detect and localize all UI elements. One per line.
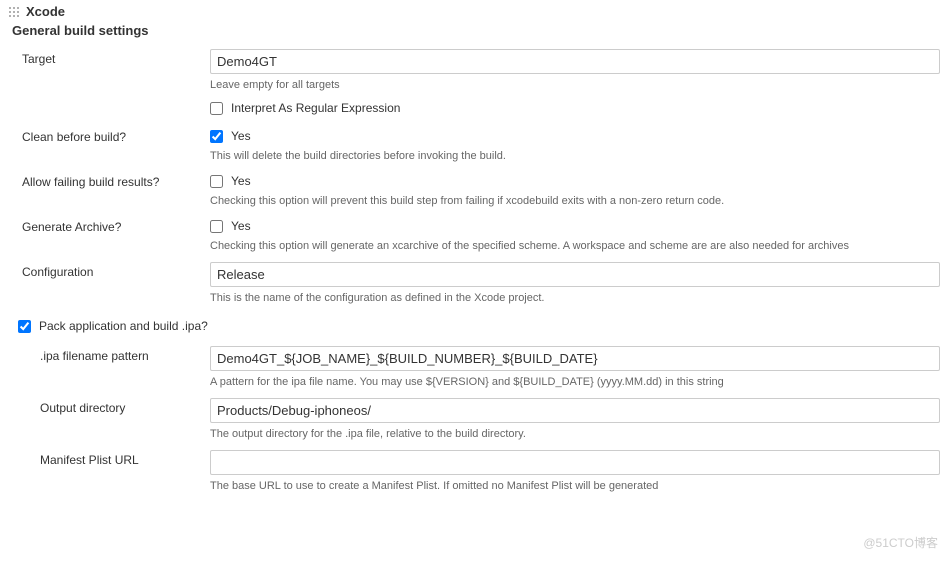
help-output-dir: The output directory for the .ipa file, …: [210, 428, 940, 440]
row-generate-archive: Generate Archive? Yes Checking this opti…: [0, 212, 950, 257]
section-general-title: General build settings: [0, 21, 950, 44]
help-allow-failing: Checking this option will prevent this b…: [210, 195, 940, 207]
label-allow-failing: Allow failing build results?: [0, 172, 210, 189]
label-ipa-filename: .ipa filename pattern: [0, 346, 210, 363]
label-generate-archive: Generate Archive?: [0, 217, 210, 234]
label-configuration: Configuration: [0, 262, 210, 279]
pack-ipa-checkbox[interactable]: [18, 320, 31, 333]
label-clean: Clean before build?: [0, 127, 210, 144]
row-target: Target Leave empty for all targets Inter…: [0, 44, 950, 122]
row-clean-before-build: Clean before build? Yes This will delete…: [0, 122, 950, 167]
row-ipa-filename: .ipa filename pattern A pattern for the …: [0, 341, 950, 393]
generate-archive-yes: Yes: [231, 219, 251, 233]
label-output-dir: Output directory: [0, 398, 210, 415]
help-clean: This will delete the build directories b…: [210, 150, 940, 162]
clean-checkbox[interactable]: [210, 130, 223, 143]
drag-handle-icon[interactable]: [8, 6, 20, 18]
regex-checkbox[interactable]: [210, 102, 223, 115]
help-generate-archive: Checking this option will generate an xc…: [210, 240, 940, 252]
allow-failing-yes: Yes: [231, 174, 251, 188]
help-configuration: This is the name of the configuration as…: [210, 292, 940, 304]
configuration-input[interactable]: [210, 262, 940, 287]
plugin-title: Xcode: [26, 4, 65, 19]
row-allow-failing: Allow failing build results? Yes Checkin…: [0, 167, 950, 212]
help-manifest-plist: The base URL to use to create a Manifest…: [210, 480, 940, 492]
row-output-dir: Output directory The output directory fo…: [0, 393, 950, 445]
row-pack-ipa: Pack application and build .ipa?: [0, 309, 950, 341]
plugin-header: Xcode: [0, 0, 950, 21]
help-target: Leave empty for all targets: [210, 79, 940, 91]
label-manifest-plist: Manifest Plist URL: [0, 450, 210, 467]
allow-failing-checkbox[interactable]: [210, 175, 223, 188]
target-input[interactable]: [210, 49, 940, 74]
regex-label: Interpret As Regular Expression: [231, 101, 400, 115]
output-dir-input[interactable]: [210, 398, 940, 423]
row-configuration: Configuration This is the name of the co…: [0, 257, 950, 309]
help-ipa-filename: A pattern for the ipa file name. You may…: [210, 376, 940, 388]
row-manifest-plist: Manifest Plist URL The base URL to use t…: [0, 445, 950, 497]
pack-ipa-label: Pack application and build .ipa?: [39, 319, 208, 333]
manifest-plist-input[interactable]: [210, 450, 940, 475]
watermark: @51CTO博客: [863, 534, 938, 551]
clean-yes: Yes: [231, 129, 251, 143]
generate-archive-checkbox[interactable]: [210, 220, 223, 233]
label-target: Target: [0, 49, 210, 66]
ipa-filename-input[interactable]: [210, 346, 940, 371]
